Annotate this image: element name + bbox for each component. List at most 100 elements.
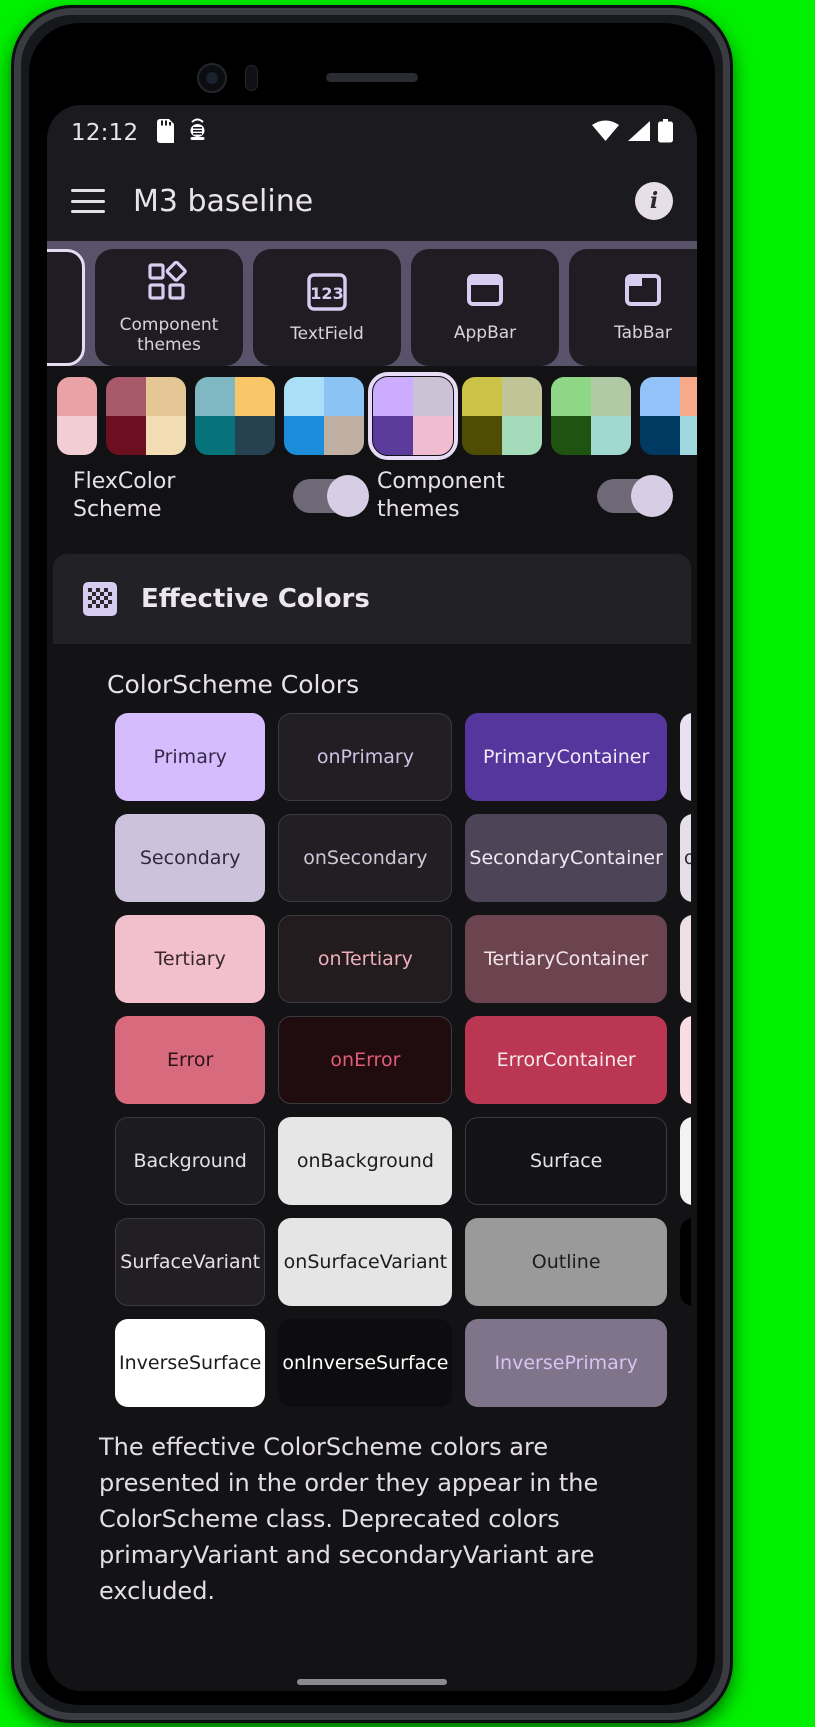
swatch-quadrant — [591, 416, 631, 455]
color-box[interactable]: Surface — [465, 1117, 667, 1205]
toggle-component-themes[interactable]: Component themes — [377, 468, 673, 524]
color-box[interactable]: onSecondaryContainer — [679, 814, 691, 902]
swatch-light-blue[interactable] — [284, 377, 364, 455]
color-box-label: on — [684, 846, 691, 870]
hamburger-menu-icon[interactable] — [71, 189, 105, 213]
switch-knob — [631, 475, 673, 517]
page-title: M3 baseline — [133, 183, 314, 219]
toggle-label-line1: Component — [377, 469, 505, 494]
swatch-material-purple[interactable] — [368, 372, 458, 460]
swatch-partial-left[interactable] — [57, 377, 97, 455]
swatch-teal-amber[interactable] — [195, 377, 275, 455]
swatch-quadrant — [146, 416, 186, 455]
tab-card-component-themes[interactable]: Component themes — [95, 249, 243, 366]
color-box[interactable]: Primary — [115, 713, 266, 801]
color-box-label: Secondary — [326, 847, 428, 869]
toggle-flexcolorscheme[interactable]: FlexColor Scheme — [73, 468, 369, 524]
color-box-label: Variant — [192, 1251, 261, 1273]
color-box[interactable]: onPrimaryContainer — [679, 713, 691, 801]
color-box[interactable]: Shadow — [679, 1218, 691, 1306]
color-box[interactable]: Background — [115, 1117, 266, 1205]
color-box[interactable]: onSurface Variant — [278, 1218, 453, 1306]
colorscheme-color-grid: PrimaryonPrimaryPrimaryContaineronPrimar… — [75, 713, 691, 1407]
color-box-label: Surface — [120, 1251, 193, 1273]
android-debug-icon — [187, 118, 208, 148]
theme-selector-section: FlexColor Scheme Component themes — [47, 366, 697, 546]
color-box[interactable]: Secondary — [115, 814, 266, 902]
tab-card-label: TextField — [290, 323, 364, 344]
color-box[interactable]: on Error — [278, 1016, 453, 1104]
color-box[interactable]: Surface Variant — [115, 1218, 266, 1306]
color-box[interactable]: Error — [115, 1016, 266, 1104]
effective-colors-header[interactable]: Effective Colors — [53, 554, 691, 644]
tabbar-icon — [622, 273, 664, 315]
theme-swatch-row[interactable] — [47, 366, 697, 462]
tab-card-appbar[interactable]: AppBar — [411, 249, 559, 366]
home-indicator[interactable] — [297, 1679, 447, 1685]
swatch-red-wine[interactable] — [106, 377, 186, 455]
swatch-quadrant — [413, 416, 453, 455]
component-tab-strip[interactable]: ve s Component — [47, 241, 697, 366]
status-bar: 12:12 — [47, 105, 697, 161]
tab-card-textfield[interactable]: 123 TextField — [253, 249, 401, 366]
color-box[interactable]: Error Container — [465, 1016, 667, 1104]
color-box[interactable]: onInverse Surface — [278, 1319, 453, 1407]
color-box-label: Container — [542, 1049, 636, 1071]
flexcolorscheme-switch[interactable] — [293, 475, 369, 517]
color-box-label: on — [296, 1150, 321, 1172]
color-box-label: Tertiary — [484, 948, 556, 970]
swatch-quadrant — [680, 377, 697, 416]
svg-text:123: 123 — [310, 284, 343, 303]
color-box[interactable]: on Tertiary — [278, 915, 453, 1003]
info-icon[interactable]: i — [635, 182, 673, 220]
color-box[interactable]: Primary Container — [465, 713, 667, 801]
appbar-icon — [464, 273, 506, 315]
swatch-quadrant — [106, 416, 146, 455]
color-box-label: on — [317, 948, 342, 970]
swatch-quadrant — [106, 377, 146, 416]
phone-screen: 12:12 M3 baseline i Component themes 123… — [47, 105, 697, 1691]
color-box[interactable]: Tertiary Container — [465, 915, 667, 1003]
tab-card-label: Component — [119, 314, 219, 335]
status-bar-clock: 12:12 — [71, 120, 139, 146]
color-box-label: on — [316, 746, 341, 768]
swatch-quadrant — [373, 416, 413, 455]
tab-card-tabbar[interactable]: TabBar — [569, 249, 697, 366]
color-box[interactable]: Secondary Container — [465, 814, 667, 902]
color-box[interactable]: on Primary — [278, 713, 453, 801]
theme-toggles: FlexColor Scheme Component themes — [47, 462, 697, 546]
palette-grid-icon — [81, 580, 119, 618]
swatch-olive-green[interactable] — [462, 377, 542, 455]
color-box-label: Primary — [564, 1352, 638, 1374]
swatch-deep-blue[interactable] — [640, 377, 697, 455]
toggle-label-line2: themes — [377, 497, 460, 522]
color-box-label: Primary — [340, 746, 414, 768]
phone-device-frame: 12:12 M3 baseline i Component themes 123… — [14, 8, 730, 1720]
color-box[interactable]: Inverse Primary — [465, 1319, 667, 1407]
tab-card-selected[interactable]: ve s — [47, 249, 85, 366]
color-box[interactable]: Outline — [465, 1218, 667, 1306]
effective-colors-body: ColorScheme Colors Primary on Primary Prima… — [53, 644, 691, 1625]
tab-card-label: TabBar — [614, 322, 672, 343]
color-box[interactable]: on Secondary — [278, 814, 453, 902]
wifi-icon — [592, 120, 619, 146]
color-box[interactable]: Inverse Surface — [115, 1319, 266, 1407]
swatch-quadrant — [462, 377, 502, 416]
color-box[interactable]: onTertiaryContainer — [679, 915, 691, 1003]
component-themes-switch[interactable] — [597, 475, 673, 517]
color-box-label: Outline — [531, 1251, 601, 1273]
swatch-quadrant — [680, 416, 697, 455]
section-title: ColorScheme Colors — [107, 670, 360, 699]
swatch-forest-green[interactable] — [551, 377, 631, 455]
color-box[interactable]: Tertiary — [115, 915, 266, 1003]
battery-icon — [658, 119, 673, 147]
color-box-label: Container — [555, 948, 649, 970]
component-themes-icon — [147, 260, 191, 307]
color-box[interactable]: on Background — [278, 1117, 453, 1205]
swatch-quadrant — [235, 377, 275, 416]
swatch-quadrant — [195, 416, 235, 455]
color-box[interactable]: onSurface — [679, 1117, 691, 1205]
color-box[interactable]: onErrorContainer — [679, 1016, 691, 1104]
sensor-icon — [245, 65, 258, 91]
swatch-quadrant — [373, 377, 413, 416]
